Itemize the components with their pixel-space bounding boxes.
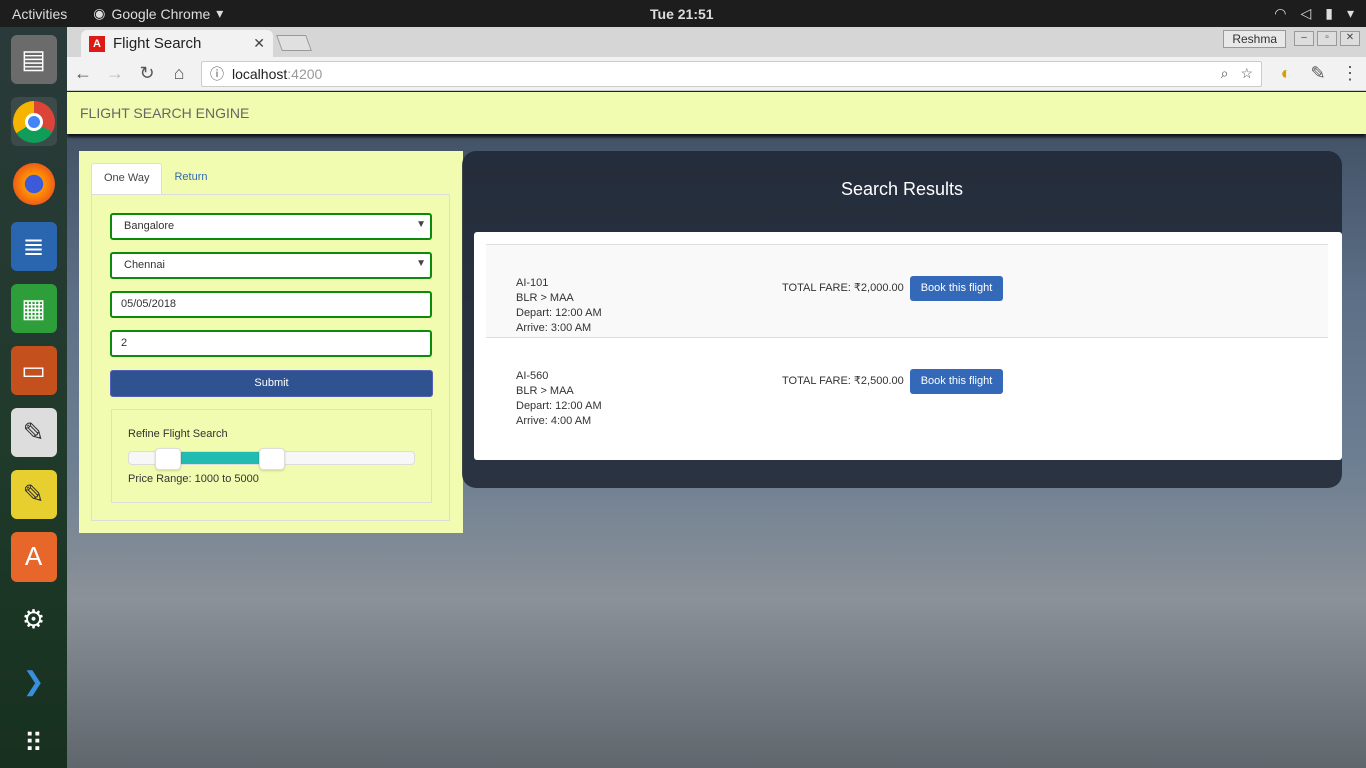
tab-title: Flight Search — [113, 35, 202, 52]
slider-fill — [167, 452, 272, 464]
chevron-down-icon: ▾ — [1346, 5, 1354, 21]
dropdown-arrow-icon: ▼ — [416, 258, 426, 269]
clock[interactable]: Tue 21:51 — [650, 6, 714, 22]
slider-max-handle[interactable] — [258, 448, 285, 470]
results-list: AI-101 BLR > MAA Depart: 12:00 AM Arrive… — [474, 232, 1342, 460]
text-editor-icon[interactable]: ✎ — [10, 408, 57, 458]
back-icon[interactable]: ← — [67, 63, 99, 84]
flight-fare: TOTAL FARE: ₹2,000.00 — [782, 282, 904, 294]
system-top-bar: Activities ◉ Google Chrome ▾ Tue 21:51 ◠ ◁ ▮… — [0, 0, 1366, 27]
book-flight-button[interactable]: Book this flight — [910, 369, 1003, 394]
page-viewport: FLIGHT SEARCH ENGINE One Way Return Bang… — [67, 92, 1366, 768]
results-title: Search Results — [840, 179, 964, 199]
flight-arrive: Arrive: 3:00 AM — [516, 322, 592, 334]
zoom-icon[interactable]: ⌕ — [1221, 65, 1229, 82]
destination-value: Chennai — [124, 259, 165, 271]
reload-icon[interactable]: ↻ — [131, 63, 163, 84]
maximize-button[interactable]: ▫ — [1317, 31, 1337, 46]
minimize-button[interactable]: – — [1294, 31, 1314, 46]
chrome-dock-icon[interactable] — [10, 97, 57, 147]
url-host: localhost — [232, 65, 288, 82]
flight-depart: Depart: 12:00 AM — [516, 400, 602, 412]
firefox-icon[interactable] — [11, 159, 57, 208]
flight-row: AI-560 BLR > MAA Depart: 12:00 AM Arrive… — [486, 337, 1328, 430]
wifi-icon: ◠ — [1274, 5, 1287, 21]
origin-select[interactable]: Bangalore ▼ — [110, 213, 432, 240]
profile-button[interactable]: Reshma — [1223, 30, 1286, 48]
date-input[interactable]: 05/05/2018 — [110, 291, 432, 318]
show-apps-icon[interactable]: ⠿ — [11, 719, 57, 768]
chevron-down-icon: ▾ — [216, 5, 224, 21]
forward-icon[interactable]: → — [99, 63, 131, 84]
app-menu[interactable]: ◉ Google Chrome ▾ — [93, 5, 223, 22]
flight-fare: TOTAL FARE: ₹2,500.00 — [782, 375, 904, 387]
origin-value: Bangalore — [124, 220, 175, 232]
notes-icon[interactable]: ✎ — [10, 470, 57, 520]
price-range-text: Price Range: 1000 to 5000 — [128, 473, 259, 485]
search-panel: One Way Return Bangalore ▼ Chennai ▼ 05/05… — [79, 151, 463, 533]
app-title: FLIGHT SEARCH ENGINE — [80, 105, 250, 121]
close-window-button[interactable]: ✕ — [1340, 31, 1360, 46]
destination-select[interactable]: Chennai ▼ — [110, 252, 432, 279]
volume-icon: ◁ — [1300, 5, 1312, 21]
angular-icon: A — [89, 35, 105, 52]
menu-icon[interactable]: ⋮ — [1334, 63, 1366, 84]
passengers-input[interactable]: 2 — [110, 330, 432, 357]
extension-icon[interactable]: ◐ — [1270, 63, 1302, 84]
tab-one-way[interactable]: One Way — [91, 163, 163, 195]
flight-info: AI-560 BLR > MAA Depart: 12:00 AM Arrive… — [516, 369, 602, 429]
writer-icon[interactable]: ≣ — [10, 221, 57, 271]
tab-strip: A Flight Search ✕ Reshma – ▫ ✕ — [67, 27, 1366, 57]
battery-icon: ▮ — [1325, 5, 1333, 21]
home-icon[interactable]: ⌂ — [163, 63, 195, 84]
info-icon: ⓘ — [210, 65, 224, 82]
url-port: :4200 — [287, 65, 323, 82]
flight-route: BLR > MAA — [516, 385, 574, 397]
flight-route: BLR > MAA — [516, 292, 574, 304]
software-center-icon[interactable]: A — [10, 532, 57, 582]
dropdown-arrow-icon: ▼ — [416, 219, 426, 230]
settings-icon[interactable]: ⚙ — [11, 595, 57, 644]
tab-return[interactable]: Return — [162, 163, 219, 195]
flight-row: AI-101 BLR > MAA Depart: 12:00 AM Arrive… — [486, 244, 1328, 337]
app-name: Google Chrome — [111, 5, 211, 22]
flight-code: AI-560 — [516, 370, 549, 382]
slider-min-handle[interactable] — [154, 448, 181, 470]
flight-arrive: Arrive: 4:00 AM — [516, 415, 592, 427]
browser-toolbar: ← → ↻ ⌂ ⓘ localhost:4200 ⌕ ☆ ◐ ✎ ⋮ — [67, 57, 1366, 91]
results-panel: Search Results AI-101 BLR > MAA Depart: … — [462, 151, 1342, 488]
calc-icon[interactable]: ▦ — [10, 283, 57, 333]
address-bar[interactable]: ⓘ localhost:4200 ⌕ ☆ — [201, 60, 1262, 87]
new-tab-button[interactable] — [276, 35, 312, 51]
vscode-icon[interactable]: ❯ — [11, 657, 57, 706]
activities-button[interactable]: Activities — [12, 6, 67, 22]
flight-info: AI-101 BLR > MAA Depart: 12:00 AM Arrive… — [516, 276, 602, 336]
browser-window: A Flight Search ✕ Reshma – ▫ ✕ ← → ↻ ⌂ ⓘ l… — [67, 27, 1366, 768]
price-range-slider[interactable] — [128, 448, 415, 470]
close-tab-icon[interactable]: ✕ — [253, 35, 265, 52]
browser-tab[interactable]: A Flight Search ✕ — [81, 30, 273, 57]
submit-button[interactable]: Submit — [110, 370, 433, 397]
bookmark-star-icon[interactable]: ☆ — [1240, 65, 1253, 82]
refine-title: Refine Flight Search — [128, 428, 228, 440]
dock: ▤ ≣ ▦ ▭ ✎ ✎ A ⚙ ❯ ⠿ — [0, 27, 67, 768]
system-tray[interactable]: ◠ ◁ ▮ ▾ — [1274, 5, 1354, 22]
chrome-icon: ◉ — [93, 5, 106, 21]
flight-code: AI-101 — [516, 277, 549, 289]
impress-icon[interactable]: ▭ — [10, 345, 57, 396]
search-tabs: One Way Return — [91, 163, 219, 195]
search-form: Bangalore ▼ Chennai ▼ 05/05/2018 2 Submit … — [91, 194, 450, 521]
flight-depart: Depart: 12:00 AM — [516, 307, 602, 319]
eyedropper-extension-icon[interactable]: ✎ — [1302, 63, 1334, 84]
files-icon[interactable]: ▤ — [10, 35, 57, 85]
app-header: FLIGHT SEARCH ENGINE — [67, 92, 1366, 134]
refine-panel: Refine Flight Search Price Range: 1000 t… — [111, 409, 432, 503]
book-flight-button[interactable]: Book this flight — [910, 276, 1003, 301]
